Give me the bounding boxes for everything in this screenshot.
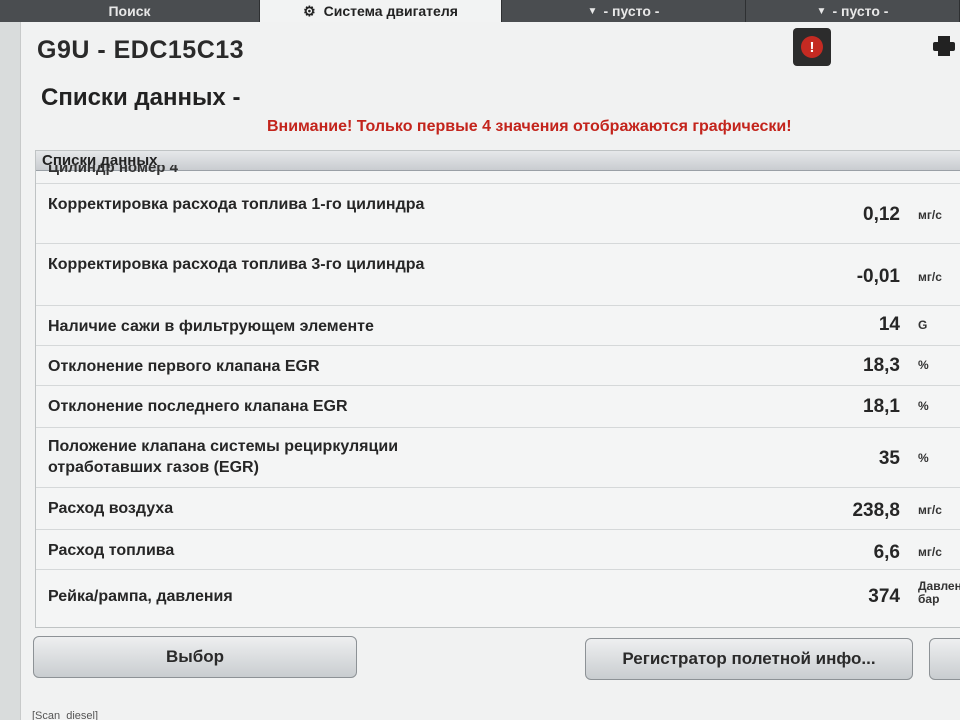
param-unit: G bbox=[918, 318, 928, 332]
param-value: 35 bbox=[878, 448, 900, 469]
param-value: 374 bbox=[868, 586, 900, 607]
tab-label: - пусто - bbox=[832, 3, 889, 19]
param-unit: Давление бар bbox=[918, 579, 960, 606]
param-value: 18,3 bbox=[863, 355, 900, 376]
param-label: Корректировка расхода топлива 1-го цилин… bbox=[48, 196, 425, 213]
footer-label: [Scan_diesel] bbox=[32, 710, 99, 720]
param-value: 6,6 bbox=[873, 542, 900, 563]
list-item[interactable]: Отклонение последнего клапана EGR 18,1 % bbox=[36, 385, 960, 427]
list-item[interactable]: Наличие сажи в фильтрующем элементе 14 G bbox=[36, 305, 960, 345]
list-item[interactable]: Рейка/рампа, давления 374 Давление бар bbox=[36, 569, 960, 627]
param-unit: % bbox=[918, 451, 929, 465]
param-unit: мг/с bbox=[918, 270, 942, 284]
param-value: 18,1 bbox=[863, 396, 900, 417]
chevron-down-icon: ▼ bbox=[816, 5, 827, 17]
param-unit: % bbox=[918, 358, 929, 372]
param-label: Отклонение последнего клапана EGR bbox=[48, 398, 348, 415]
param-unit: мг/с bbox=[918, 545, 942, 559]
tab-search[interactable]: Поиск bbox=[0, 0, 260, 22]
param-unit: мг/с bbox=[918, 503, 942, 517]
param-label: Наличие сажи в фильтрующем элементе bbox=[48, 318, 374, 335]
list-item-partial: Цилиндр номер 4 bbox=[48, 165, 178, 175]
tab-label: - пусто - bbox=[603, 3, 660, 19]
printer-icon[interactable] bbox=[933, 36, 955, 56]
param-label: Рейка/рампа, давления bbox=[48, 588, 233, 605]
param-unit: мг/с bbox=[918, 208, 942, 222]
chevron-down-icon: ▼ bbox=[587, 5, 598, 17]
param-value: 0,12 bbox=[863, 204, 900, 225]
tab-bar: Поиск ⚙ Система двигателя ▼ - пусто - ▼ … bbox=[0, 0, 960, 22]
list-item[interactable]: Расход воздуха 238,8 мг/с bbox=[36, 487, 960, 529]
select-button[interactable]: Выбор bbox=[33, 636, 357, 678]
alert-icon: ! bbox=[801, 36, 823, 58]
param-value: 14 bbox=[878, 314, 900, 335]
data-list[interactable]: Списки данных Цилиндр номер 4 Корректиро… bbox=[35, 150, 960, 628]
param-label: Расход воздуха bbox=[48, 500, 174, 517]
main-panel: G9U - EDC15C13 ! Списки данных - Внимани… bbox=[20, 22, 960, 720]
list-item[interactable]: Положение клапана системы рециркуляции о… bbox=[36, 427, 960, 487]
system-title: G9U - EDC15C13 bbox=[37, 36, 245, 64]
tab-empty-1[interactable]: ▼ - пусто - bbox=[502, 0, 746, 22]
param-value: 238,8 bbox=[852, 500, 900, 521]
extra-button[interactable] bbox=[929, 638, 960, 680]
alert-button[interactable]: ! bbox=[793, 28, 831, 66]
param-unit: % bbox=[918, 399, 929, 413]
tab-label: Поиск bbox=[108, 3, 151, 19]
param-value: -0,01 bbox=[856, 266, 900, 287]
engine-system-icon: ⚙ bbox=[303, 2, 316, 19]
param-label: Положение клапана системы рециркуляции о… bbox=[48, 438, 399, 476]
tab-empty-2[interactable]: ▼ - пусто - bbox=[746, 0, 960, 22]
tab-label: Система двигателя bbox=[323, 3, 458, 19]
list-item[interactable]: Корректировка расхода топлива 1-го цилин… bbox=[36, 183, 960, 243]
list-item[interactable]: Отклонение первого клапана EGR 18,3 % bbox=[36, 345, 960, 385]
flight-recorder-button[interactable]: Регистратор полетной инфо... bbox=[585, 638, 913, 680]
graph-warning: Внимание! Только первые 4 значения отобр… bbox=[267, 118, 792, 135]
param-label: Корректировка расхода топлива 3-го цилин… bbox=[48, 256, 425, 273]
page-title: Списки данных - bbox=[41, 84, 241, 111]
tab-engine-system[interactable]: ⚙ Система двигателя bbox=[260, 0, 502, 22]
param-label: Расход топлива bbox=[48, 542, 175, 559]
param-label: Отклонение первого клапана EGR bbox=[48, 358, 320, 375]
list-item[interactable]: Корректировка расхода топлива 3-го цилин… bbox=[36, 243, 960, 305]
list-item[interactable]: Расход топлива 6,6 мг/с bbox=[36, 529, 960, 569]
